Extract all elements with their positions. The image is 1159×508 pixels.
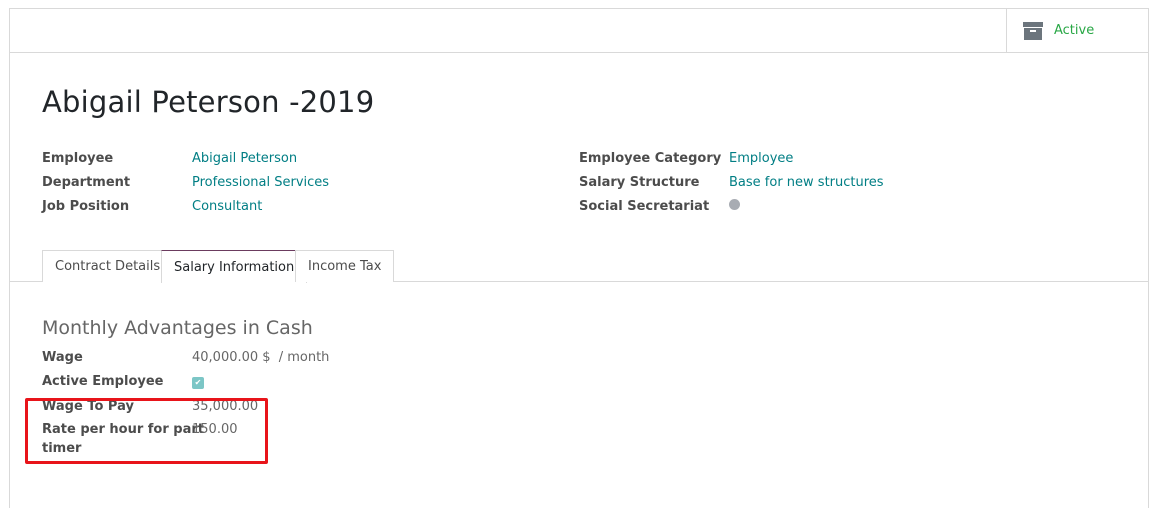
button-box: Active xyxy=(10,9,1148,53)
form-sheet: Active Abigail Peterson -2019 Employee A… xyxy=(9,8,1149,508)
field-label-line: timer xyxy=(42,441,82,456)
record-title: Abigail Peterson -2019 xyxy=(42,85,375,119)
rate-part-timer-value[interactable]: 150.00 xyxy=(192,420,238,439)
field-salary-structure: Salary Structure Base for new structures xyxy=(579,172,1099,192)
field-label: Job Position xyxy=(42,198,130,214)
field-department: Department Professional Services xyxy=(42,172,542,192)
salary-structure-link[interactable]: Base for new structures xyxy=(729,175,884,190)
notebook-tabs: Contract Details Salary Information Inco… xyxy=(10,250,1148,283)
field-label: Social Secretariat xyxy=(579,198,710,214)
employee-category-link[interactable]: Employee xyxy=(729,151,793,166)
field-active-employee: Active Employee ✔ xyxy=(42,371,542,391)
field-social-secretariat: Social Secretariat xyxy=(579,196,1099,216)
wage-amount: 40,000.00 $ xyxy=(192,349,271,365)
field-label: Wage xyxy=(42,349,83,365)
job-position-link[interactable]: Consultant xyxy=(192,199,262,214)
tab-contract-details[interactable]: Contract Details xyxy=(42,250,174,282)
wage-value[interactable]: 40,000.00 $ / month xyxy=(192,350,329,365)
field-label: Employee Category xyxy=(579,150,722,166)
archive-icon xyxy=(1023,21,1043,40)
employee-link[interactable]: Abigail Peterson xyxy=(192,151,297,166)
field-job-position: Job Position Consultant xyxy=(42,196,542,216)
field-employee: Employee Abigail Peterson xyxy=(42,148,542,168)
field-label: Salary Structure xyxy=(579,174,700,190)
field-label: Department xyxy=(42,174,131,190)
field-label: Active Employee xyxy=(42,373,164,389)
field-employee-category: Employee Category Employee xyxy=(579,148,1099,168)
status-label: Active xyxy=(1054,23,1095,38)
tab-income-tax[interactable]: Income Tax xyxy=(295,250,395,282)
field-wage: Wage 40,000.00 $ / month xyxy=(42,347,542,367)
field-rate-part-timer: Rate per hour for part timer 150.00 xyxy=(42,420,542,460)
department-link[interactable]: Professional Services xyxy=(192,175,329,190)
check-icon: ✔ xyxy=(192,376,204,389)
field-label: Rate per hour for part timer xyxy=(42,420,204,458)
social-secretariat-status-dot[interactable] xyxy=(729,198,740,214)
field-label: Wage To Pay xyxy=(42,398,134,414)
active-toggle-button[interactable]: Active xyxy=(1006,9,1148,52)
active-employee-checkbox[interactable]: ✔ xyxy=(192,374,204,389)
wage-unit: / month xyxy=(278,349,330,365)
tab-salary-information[interactable]: Salary Information xyxy=(161,250,308,283)
field-label-line: Rate per hour for part xyxy=(42,422,205,437)
wage-to-pay-value[interactable]: 35,000.00 xyxy=(192,399,258,414)
field-label: Employee xyxy=(42,150,114,166)
section-title: Monthly Advantages in Cash xyxy=(42,317,313,339)
field-wage-to-pay: Wage To Pay 35,000.00 xyxy=(42,396,542,416)
